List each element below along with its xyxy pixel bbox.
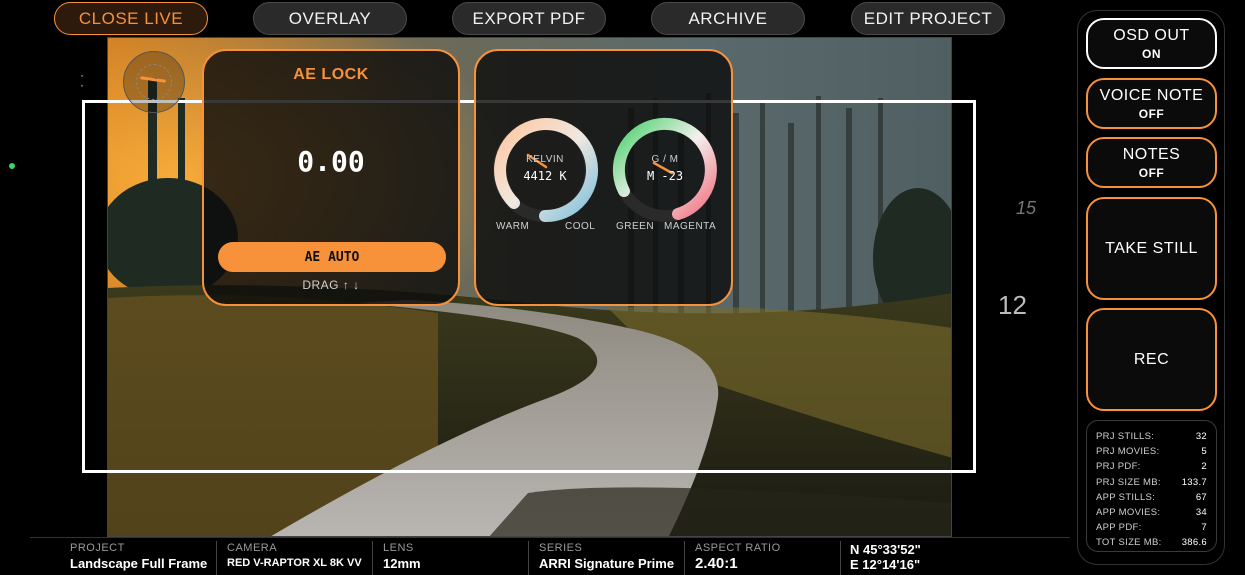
osd-out-state: ON	[1142, 46, 1161, 61]
info-divider	[840, 541, 841, 575]
close-live-button[interactable]: CLOSE LIVE	[54, 2, 208, 35]
stat-row: APP PDF: 7	[1096, 522, 1207, 534]
gps-latitude: N 45°33'52"	[850, 542, 921, 557]
ae-lock-panel[interactable]: AE LOCK 0.00 AE AUTO DRAG ↑ ↓	[202, 49, 460, 306]
gm-value: M -23	[646, 169, 684, 183]
series-info: SERIES ARRI Signature Prime	[528, 541, 674, 575]
take-still-label: TAKE STILL	[1105, 239, 1198, 257]
stat-row: PRJ SIZE MB: 133.7	[1096, 476, 1207, 488]
stat-row: PRJ STILLS: 32	[1096, 431, 1207, 442]
voice-note-label: VOICE NOTE	[1099, 86, 1204, 104]
archive-button[interactable]: ARCHIVE	[651, 2, 805, 35]
aspect-ratio-info: ASPECT RATIO 2.40:1	[684, 541, 781, 575]
side-indicator-icon: · ·	[80, 68, 84, 92]
gm-gauge[interactable]: G / M M -23	[610, 115, 720, 225]
gps-info: N 45°33'52" E 12°14'16"	[850, 542, 921, 572]
export-pdf-button[interactable]: EXPORT PDF	[452, 2, 606, 35]
camera-info: CAMERA RED V-RAPTOR XL 8K VV	[216, 541, 362, 575]
kelvin-gauge[interactable]: KELVIN 4412 K	[490, 115, 600, 225]
stat-row: APP MOVIES: 34	[1096, 507, 1207, 519]
magenta-label: MAGENTA	[664, 221, 717, 232]
voice-note-state: OFF	[1138, 106, 1165, 121]
notes-label: NOTES	[1122, 145, 1181, 163]
stat-row: PRJ PDF: 2	[1096, 461, 1207, 473]
project-info: PROJECT Landscape Full Frame	[70, 542, 208, 571]
overlay-button[interactable]: OVERLAY	[253, 2, 407, 35]
green-label: GREEN	[616, 221, 655, 232]
focus-mark: 12	[998, 290, 1027, 320]
ae-auto-button[interactable]: AE AUTO	[218, 242, 446, 272]
ae-value[interactable]: 0.00	[204, 145, 458, 178]
lens-info: LENS 12mm	[372, 541, 421, 575]
warm-label: WARM	[496, 221, 530, 232]
osd-out-button[interactable]: OSD OUT ON	[1086, 18, 1217, 69]
voice-note-button[interactable]: VOICE NOTE OFF	[1086, 78, 1217, 129]
osd-out-label: OSD OUT	[1113, 26, 1190, 44]
kelvin-label: KELVIN	[526, 154, 564, 165]
gm-label: G / M	[651, 154, 679, 165]
stat-row: TOT SIZE MB: 386.6	[1096, 537, 1207, 549]
kelvin-value: 4412 K	[523, 169, 567, 183]
stat-row: APP STILLS: 67	[1096, 491, 1207, 503]
gps-longitude: E 12°14'16"	[850, 557, 921, 572]
info-bar: PROJECT Landscape Full Frame CAMERA RED …	[30, 537, 1070, 575]
rec-label: REC	[1133, 350, 1170, 368]
stats-panel: PRJ STILLS: 32 PRJ MOVIES: 5 PRJ PDF: 2 PRJ…	[1086, 420, 1217, 552]
cool-label: COOL	[565, 221, 596, 232]
level-dial-icon[interactable]	[123, 51, 185, 113]
white-balance-panel[interactable]: KELVIN 4412 K WARM COOL G / M M -23 GREE…	[474, 49, 733, 306]
focus-mark: 15	[1016, 198, 1037, 218]
notes-button[interactable]: NOTES OFF	[1086, 137, 1217, 188]
status-dot-icon	[9, 163, 15, 169]
notes-state: OFF	[1138, 165, 1165, 180]
ae-lock-title: AE LOCK	[293, 66, 369, 83]
take-still-button[interactable]: TAKE STILL	[1086, 197, 1217, 300]
rec-button[interactable]: REC	[1086, 308, 1217, 411]
edit-project-button[interactable]: EDIT PROJECT	[851, 2, 1005, 35]
stat-row: PRJ MOVIES: 5	[1096, 446, 1207, 458]
drag-hint: DRAG ↑ ↓	[302, 278, 360, 292]
